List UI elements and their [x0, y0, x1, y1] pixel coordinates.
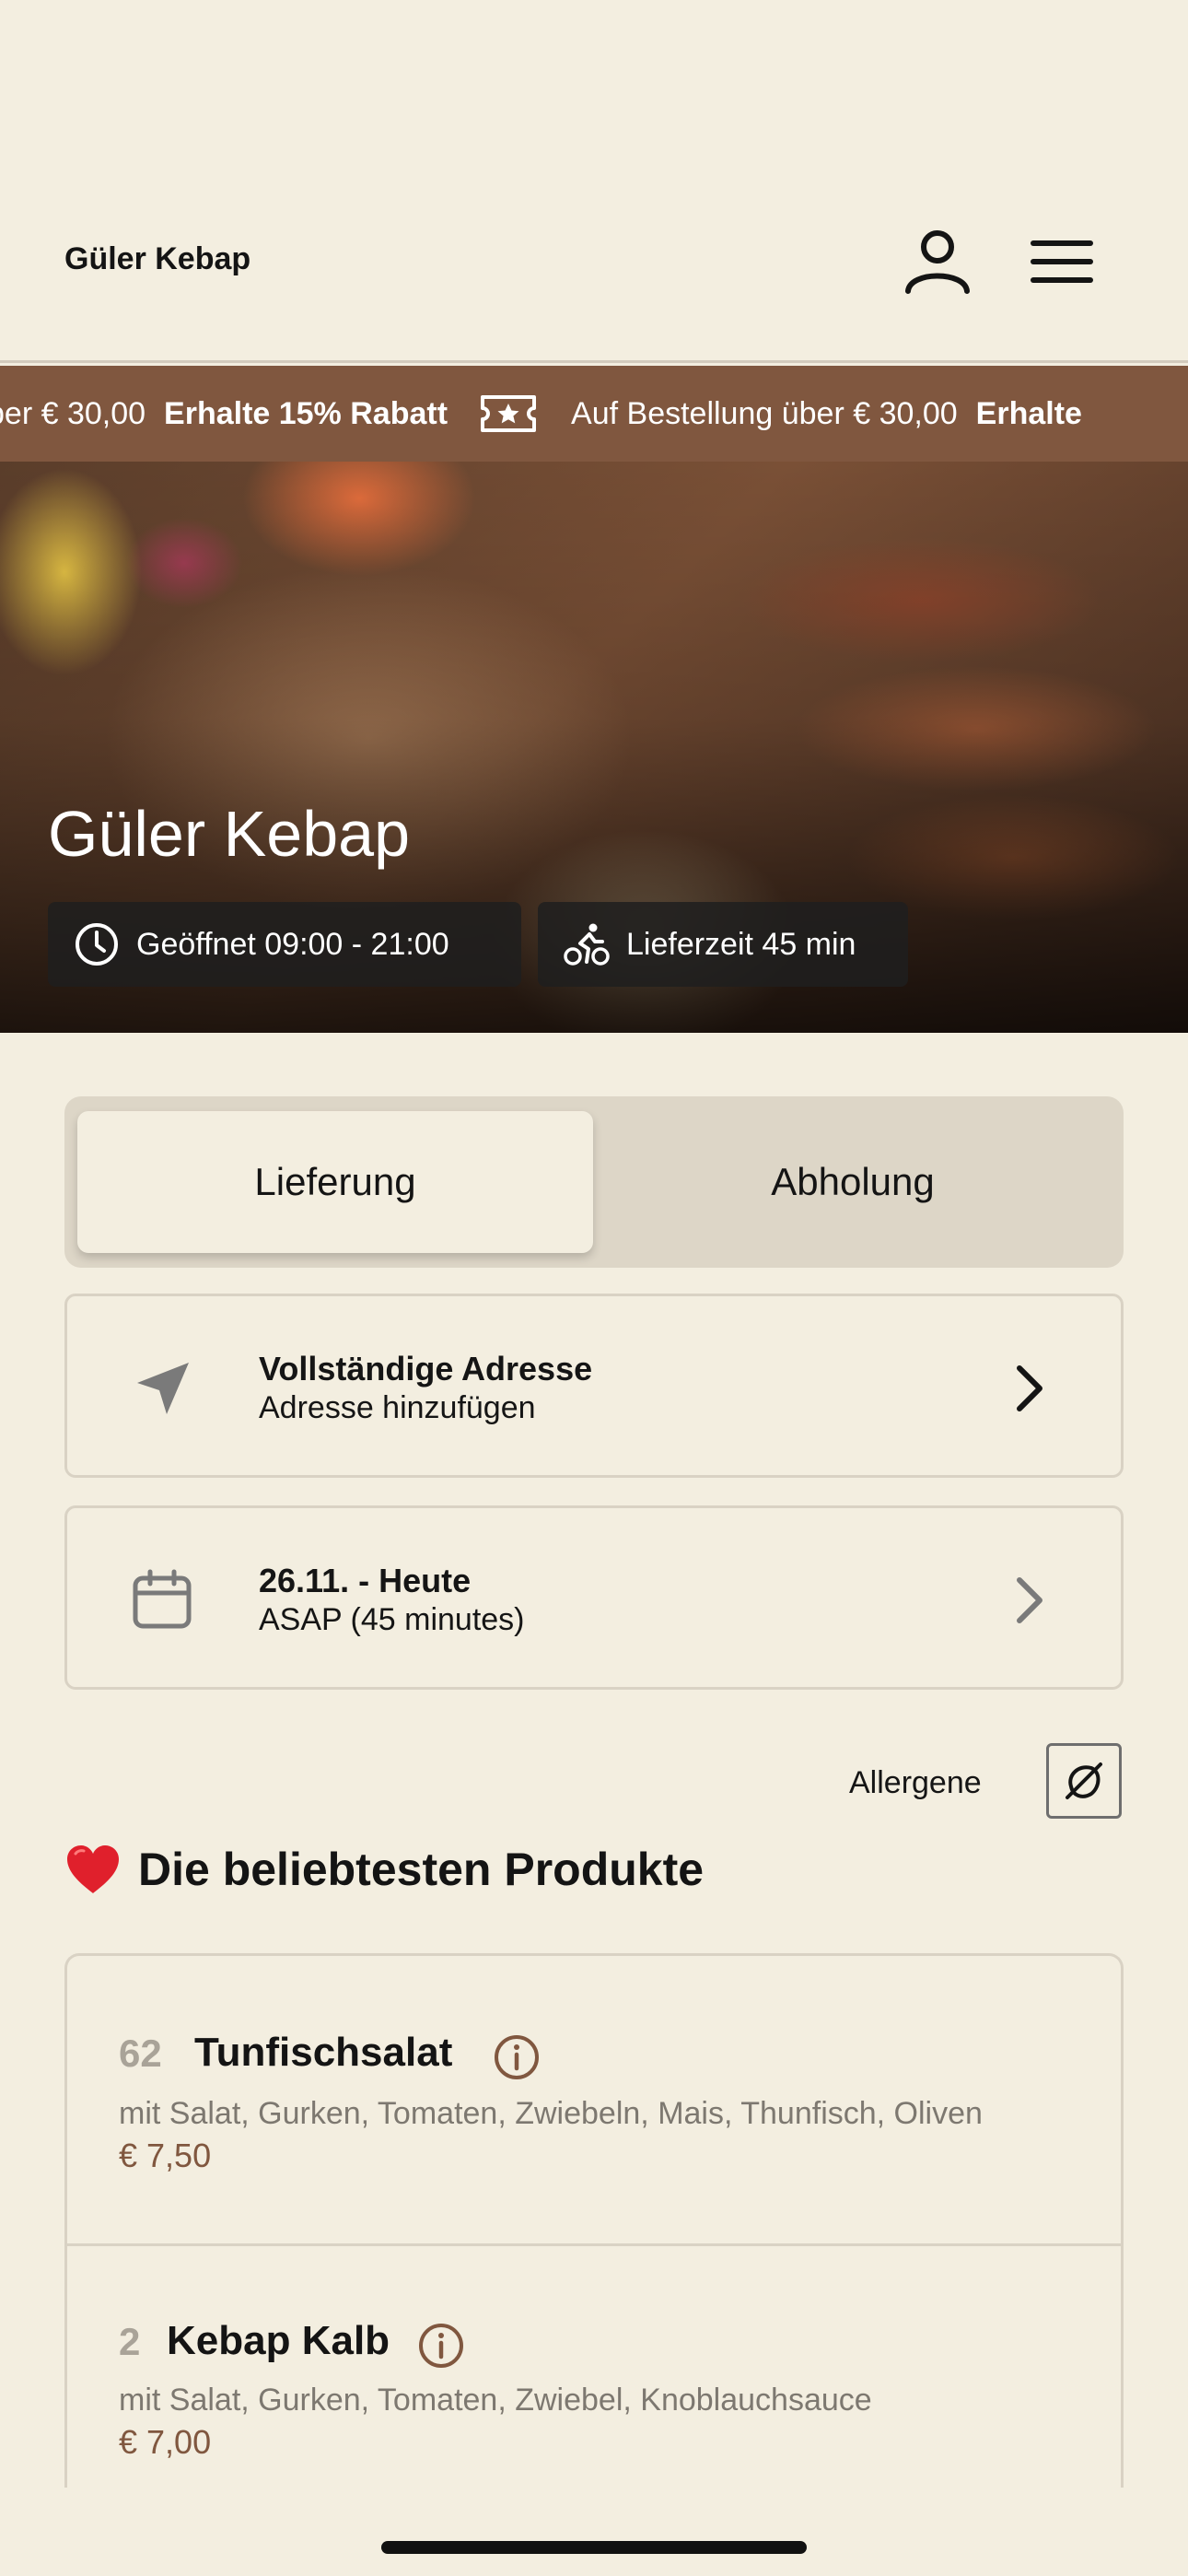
bike-courier-icon [564, 923, 610, 966]
promo-ticker: ber € 30,00 Erhalte 15% Rabatt Auf Beste… [0, 366, 1082, 462]
product-item[interactable]: 2 Kebap Kalb mit Salat, Gurken, Tomaten,… [67, 2243, 1121, 2488]
delivery-time-subtitle: ASAP (45 minutes) [259, 1602, 525, 1637]
clock-icon [76, 923, 118, 966]
info-icon[interactable] [417, 2322, 465, 2370]
delivery-time-badge: Lieferzeit 45 min [538, 902, 908, 987]
chevron-right-icon [1017, 1577, 1042, 1623]
promo-condition-text: ber € 30,00 [0, 395, 146, 431]
user-icon[interactable] [903, 225, 973, 295]
tab-pickup[interactable]: Abholung [595, 1111, 1111, 1253]
calendar-icon [133, 1569, 192, 1629]
allergen-icon [1066, 1762, 1102, 1799]
address-title: Vollständige Adresse [259, 1350, 593, 1388]
promo-banner[interactable]: ber € 30,00 Erhalte 15% Rabatt Auf Beste… [0, 366, 1188, 462]
product-name: Kebap Kalb [167, 2318, 390, 2363]
product-description: mit Salat, Gurken, Tomaten, Zwiebeln, Ma… [119, 2096, 983, 2131]
popular-products-heading: Die beliebtesten Produkte [64, 1843, 704, 1896]
delivery-time-selector[interactable]: 26.11. - Heute ASAP (45 minutes) [64, 1505, 1124, 1690]
opening-hours-badge: Geöffnet 09:00 - 21:00 [48, 902, 521, 987]
app-header: Güler Kebap [0, 0, 1188, 363]
promo-discount-text: Erhalte [975, 395, 1082, 431]
address-subtitle: Adresse hinzufügen [259, 1390, 536, 1425]
home-indicator[interactable] [381, 2541, 807, 2554]
allergens-label: Allergene [849, 1765, 982, 1800]
heart-icon [67, 1845, 119, 1893]
product-price: € 7,50 [119, 2137, 212, 2174]
opening-hours-text: Geöffnet 09:00 - 21:00 [136, 926, 449, 962]
delivery-time-text: Lieferzeit 45 min [626, 926, 856, 962]
order-mode-toggle: Lieferung Abholung [64, 1096, 1124, 1268]
delivery-date-title: 26.11. - Heute [259, 1562, 472, 1599]
product-list: 62 Tunfischsalat mit Salat, Gurken, Toma… [64, 1953, 1124, 2488]
product-name: Tunfischsalat [194, 2030, 453, 2075]
brand-name[interactable]: Güler Kebap [64, 241, 250, 277]
product-price: € 7,00 [119, 2423, 212, 2461]
chevron-right-icon [1017, 1365, 1042, 1411]
product-number: 2 [119, 2320, 141, 2363]
address-selector[interactable]: Vollständige Adresse Adresse hinzufügen [64, 1294, 1124, 1478]
menu-icon[interactable] [1030, 236, 1094, 287]
product-item[interactable]: 62 Tunfischsalat mit Salat, Gurken, Toma… [67, 1956, 1121, 2243]
promo-condition-text: Auf Bestellung über € 30,00 [571, 395, 958, 431]
allergens-button[interactable] [1046, 1743, 1122, 1819]
ticket-star-icon [481, 395, 537, 432]
info-icon[interactable] [493, 2033, 541, 2081]
location-arrow-icon [137, 1363, 189, 1414]
restaurant-hero: Güler Kebap Geöffnet 09:00 - 21:00 Liefe… [0, 462, 1188, 1033]
product-description: mit Salat, Gurken, Tomaten, Zwiebel, Kno… [119, 2383, 872, 2418]
product-number: 62 [119, 2032, 162, 2075]
restaurant-title: Güler Kebap [48, 798, 411, 870]
tab-delivery[interactable]: Lieferung [77, 1111, 593, 1253]
section-title: Die beliebtesten Produkte [138, 1844, 705, 1895]
promo-discount-text: Erhalte 15% Rabatt [164, 395, 448, 431]
